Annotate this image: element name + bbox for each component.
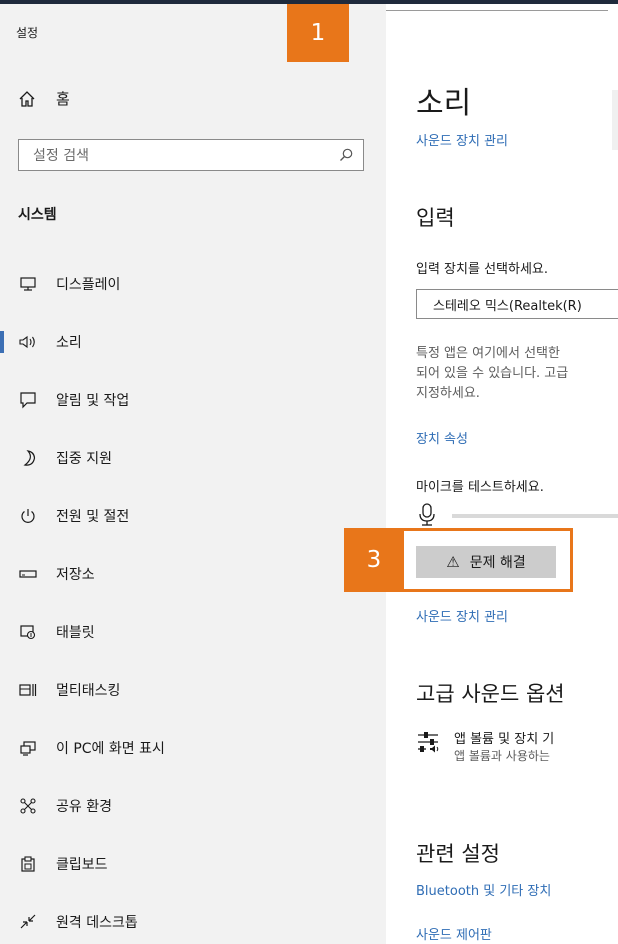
input-description-line: 지정하세요. bbox=[416, 386, 480, 401]
callout-1: 1 bbox=[287, 4, 349, 62]
microphone-icon bbox=[418, 502, 436, 530]
input-device-dropdown[interactable]: 스테레오 믹스(Realtek(R) bbox=[416, 289, 618, 319]
input-description-line: 특정 앱은 여기에서 선택한 bbox=[416, 346, 560, 361]
project-icon bbox=[18, 740, 38, 756]
window-divider bbox=[386, 10, 608, 11]
sidebar-item-label: 클립보드 bbox=[56, 857, 108, 873]
search-input[interactable]: 설정 검색 bbox=[18, 139, 364, 171]
manage-sound-devices-link-2[interactable]: 사운드 장치 관리 bbox=[416, 606, 508, 625]
sidebar-item-label: 집중 지원 bbox=[56, 451, 112, 467]
share-icon bbox=[18, 797, 38, 815]
mic-row bbox=[418, 502, 436, 530]
input-heading: 입력 bbox=[416, 206, 455, 230]
callout-3: 3 bbox=[344, 528, 404, 592]
home-label: 홈 bbox=[56, 90, 70, 108]
speaker-icon bbox=[18, 334, 38, 350]
bluetooth-devices-link[interactable]: Bluetooth 및 기타 장치 bbox=[416, 880, 551, 899]
sidebar-item-storage[interactable]: 저장소 bbox=[0, 552, 386, 596]
display-icon bbox=[18, 276, 38, 292]
mic-level-meter bbox=[452, 514, 618, 518]
home-icon bbox=[18, 90, 36, 108]
sidebar-item-label: 공유 환경 bbox=[56, 799, 112, 815]
sidebar-item-shared-experiences[interactable]: 공유 환경 bbox=[0, 784, 386, 828]
manage-sound-devices-link[interactable]: 사운드 장치 관리 bbox=[416, 130, 508, 149]
multitasking-icon bbox=[18, 682, 38, 698]
sidebar-item-clipboard[interactable]: 클립보드 bbox=[0, 842, 386, 886]
sidebar-item-label: 디스플레이 bbox=[56, 277, 121, 293]
sidebar-item-project[interactable]: 이 PC에 화면 표시 bbox=[0, 726, 386, 770]
advanced-sound-heading: 고급 사운드 옵션 bbox=[416, 682, 565, 706]
sidebar-item-label: 이 PC에 화면 표시 bbox=[56, 741, 165, 757]
storage-icon bbox=[18, 568, 38, 580]
input-description-line: 되어 있을 수 있습니다. 고급 bbox=[416, 366, 569, 381]
app-title: 설정 bbox=[16, 26, 39, 40]
sidebar-item-label: 소리 bbox=[56, 335, 82, 351]
device-properties-link[interactable]: 장치 속성 bbox=[416, 428, 468, 447]
clipboard-icon bbox=[18, 855, 38, 873]
app-volume-settings[interactable]: 앱 볼륨 및 장치 기 앱 볼륨과 사용하는 bbox=[416, 728, 554, 764]
home-link[interactable]: 홈 bbox=[18, 88, 70, 109]
remote-desktop-icon bbox=[18, 913, 38, 931]
sidebar-item-focus-assist[interactable]: 집중 지원 bbox=[0, 436, 386, 480]
warning-icon: ⚠ bbox=[446, 553, 460, 571]
sidebar-item-power[interactable]: 전원 및 절전 bbox=[0, 494, 386, 538]
sidebar-item-label: 원격 데스크톱 bbox=[56, 915, 138, 931]
section-header-system: 시스템 bbox=[18, 207, 57, 223]
mixer-icon bbox=[416, 730, 442, 764]
troubleshoot-button[interactable]: ⚠ 문제 해결 bbox=[416, 546, 556, 578]
test-mic-label: 마이크를 테스트하세요. bbox=[416, 480, 544, 495]
output-device-box-edge bbox=[612, 90, 618, 150]
power-icon bbox=[18, 507, 38, 525]
page-title: 소리 bbox=[416, 86, 472, 121]
tablet-icon bbox=[18, 623, 38, 641]
sidebar-item-display[interactable]: 디스플레이 bbox=[0, 262, 386, 306]
sound-control-panel-link[interactable]: 사운드 제어판 bbox=[416, 924, 492, 943]
related-settings-heading: 관련 설정 bbox=[416, 842, 500, 866]
sidebar-item-label: 저장소 bbox=[56, 567, 95, 583]
search-placeholder: 설정 검색 bbox=[33, 148, 89, 164]
sidebar-item-label: 태블릿 bbox=[56, 625, 95, 641]
input-description: 특정 앱은 여기에서 선택한 되어 있을 수 있습니다. 고급 지정하세요. bbox=[416, 344, 618, 404]
choose-input-label: 입력 장치를 선택하세요. bbox=[416, 262, 548, 277]
sidebar-item-remote-desktop[interactable]: 원격 데스크톱 bbox=[0, 900, 386, 944]
sidebar-item-label: 전원 및 절전 bbox=[56, 509, 130, 525]
notification-icon bbox=[18, 391, 38, 409]
search-icon bbox=[339, 148, 353, 162]
app-volume-title: 앱 볼륨 및 장치 기 bbox=[454, 732, 555, 747]
sidebar-item-tablet[interactable]: 태블릿 bbox=[0, 610, 386, 654]
sidebar-item-multitasking[interactable]: 멀티태스킹 bbox=[0, 668, 386, 712]
moon-icon bbox=[18, 449, 38, 467]
troubleshoot-label: 문제 해결 bbox=[469, 555, 526, 571]
sidebar-item-sound[interactable]: 소리 bbox=[0, 320, 386, 364]
sidebar-item-label: 알림 및 작업 bbox=[56, 393, 130, 409]
sidebar-item-label: 멀티태스킹 bbox=[56, 683, 121, 699]
app-volume-text: 앱 볼륨 및 장치 기 앱 볼륨과 사용하는 bbox=[454, 728, 554, 764]
sidebar-item-notifications[interactable]: 알림 및 작업 bbox=[0, 378, 386, 422]
app-volume-desc: 앱 볼륨과 사용하는 bbox=[454, 749, 550, 763]
input-device-value: 스테레오 믹스(Realtek(R) bbox=[433, 298, 582, 314]
